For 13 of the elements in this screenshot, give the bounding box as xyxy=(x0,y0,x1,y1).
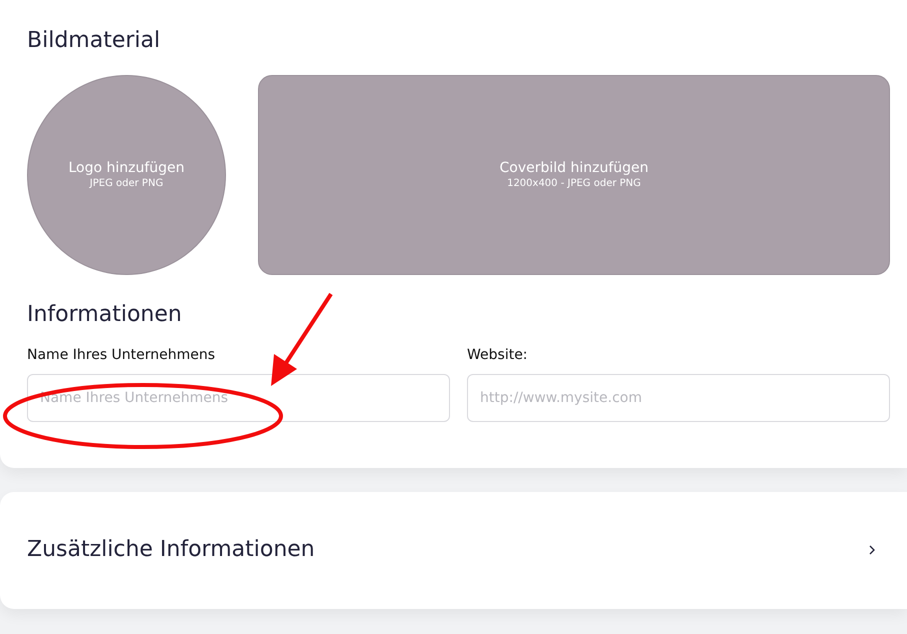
upload-hint: JPEG oder PNG xyxy=(90,177,164,190)
section-title: Informationen xyxy=(27,302,183,329)
upload-hint: 1200x400 - JPEG oder PNG xyxy=(507,177,641,190)
section-title: Bildmaterial xyxy=(27,28,162,54)
field-label: Website: xyxy=(467,346,529,365)
logo-upload[interactable]: Logo hinzufügen JPEG oder PNG xyxy=(27,75,226,276)
upload-label: Coverbild hinzufügen xyxy=(499,160,649,178)
section-title: Zusätzliche Informationen xyxy=(27,537,315,564)
cover-upload[interactable]: Coverbild hinzufügen 1200x400 - JPEG oder PNG xyxy=(258,75,890,276)
accordion-header[interactable]: Zusätzliche Informationen xyxy=(0,492,907,609)
field-label: Name Ihres Unternehmens xyxy=(27,346,216,365)
upload-label: Logo hinzufügen xyxy=(68,160,185,178)
input-field[interactable]: http://www.mysite.com xyxy=(467,374,890,422)
